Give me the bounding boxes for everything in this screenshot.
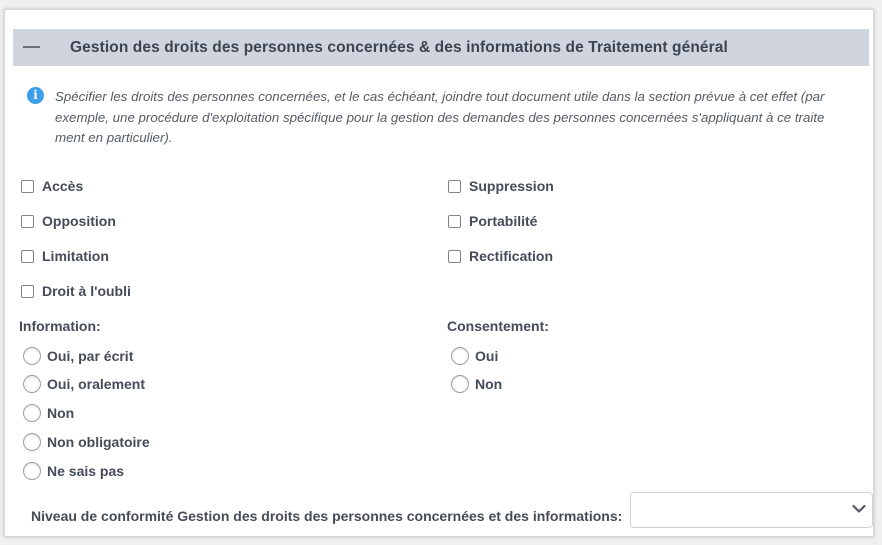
collapse-icon[interactable] <box>23 46 40 48</box>
radio-information-non[interactable]: Non <box>23 403 74 423</box>
checkbox-label: Accès <box>42 178 84 194</box>
radio-label: Oui <box>475 348 499 364</box>
radio-circle[interactable] <box>451 347 469 365</box>
checkbox-label: Opposition <box>42 213 116 229</box>
section-title: Gestion des droits des personnes concern… <box>70 39 728 56</box>
radio-consentement-oui[interactable]: Oui <box>451 346 498 366</box>
radio-information-ne-sais-pas[interactable]: Ne sais pas <box>23 461 124 481</box>
information-label: Information: <box>19 318 101 334</box>
chevron-down-icon[interactable] <box>852 504 866 514</box>
radio-information-oui-oral[interactable]: Oui, oralement <box>23 374 145 394</box>
checkbox-suppression[interactable]: Suppression <box>448 177 554 195</box>
checkbox-acces[interactable]: Accès <box>21 177 83 195</box>
checkbox-label: Rectification <box>469 248 554 264</box>
info-text: Spécifier les droits des personnes conce… <box>55 89 825 145</box>
radio-circle[interactable] <box>23 404 41 422</box>
checkbox-box[interactable] <box>21 179 34 193</box>
radio-consentement-non[interactable]: Non <box>451 374 502 394</box>
radio-label: Non <box>47 405 75 421</box>
radio-circle[interactable] <box>23 375 41 393</box>
checkbox-opposition[interactable]: Opposition <box>21 212 116 230</box>
form-panel: Gestion des droits des personnes concern… <box>4 9 874 537</box>
consentement-label: Consentement: <box>447 318 549 334</box>
radio-information-oui-ecrit[interactable]: Oui, par écrit <box>23 346 133 366</box>
checkbox-box[interactable] <box>21 249 34 263</box>
radio-label: Non obligatoire <box>47 434 150 450</box>
checkbox-droit-oubli[interactable]: Droit à l'oubli <box>21 282 131 300</box>
radio-circle[interactable] <box>451 375 469 393</box>
radio-label: Oui, oralement <box>47 376 146 392</box>
checkbox-box[interactable] <box>448 214 461 228</box>
radio-circle[interactable] <box>23 347 41 365</box>
checkbox-label: Limitation <box>42 248 109 264</box>
radio-label: Oui, par écrit <box>47 348 134 364</box>
checkbox-label: Suppression <box>469 178 554 194</box>
checkbox-box[interactable] <box>21 284 34 298</box>
radio-label: Non <box>475 376 503 392</box>
info-icon: i <box>27 87 44 104</box>
checkbox-box[interactable] <box>21 214 34 228</box>
compliance-select[interactable] <box>630 492 873 528</box>
checkbox-box[interactable] <box>448 249 461 263</box>
checkbox-box[interactable] <box>448 179 461 193</box>
radio-information-non-obligatoire[interactable]: Non obligatoire <box>23 432 150 452</box>
checkbox-label: Droit à l'oubli <box>42 283 131 299</box>
radio-circle[interactable] <box>23 433 41 451</box>
checkbox-limitation[interactable]: Limitation <box>21 247 109 265</box>
section-header[interactable]: Gestion des droits des personnes concern… <box>13 29 869 66</box>
checkbox-rectification[interactable]: Rectification <box>448 247 553 265</box>
radio-label: Ne sais pas <box>47 463 125 479</box>
checkbox-portabilite[interactable]: Portabilité <box>448 212 537 230</box>
checkbox-label: Portabilité <box>469 213 538 229</box>
radio-circle[interactable] <box>23 462 41 480</box>
compliance-label: Niveau de conformité Gestion des droits … <box>31 508 623 524</box>
